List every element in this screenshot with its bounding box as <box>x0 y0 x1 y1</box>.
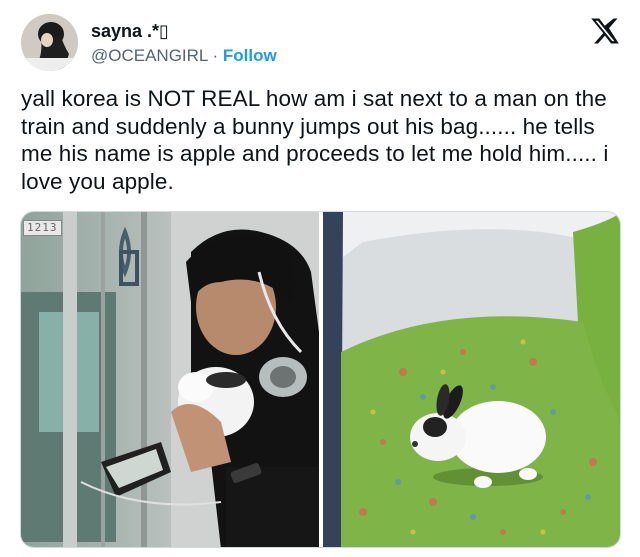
photo-man-holding-bunny[interactable]: 1213 <box>21 212 319 547</box>
carriage-number-badge: 1213 <box>23 220 62 236</box>
user-info: sayna .*▯ @OCEANGIRL · Follow <box>91 20 277 67</box>
avatar[interactable] <box>21 14 78 71</box>
user-handle[interactable]: @OCEANGIRL <box>91 46 208 65</box>
tweet-text: yall korea is NOT REAL how am i sat next… <box>21 86 609 194</box>
display-name[interactable]: sayna .*▯ <box>91 20 277 42</box>
media-grid: 1213 <box>20 211 621 548</box>
x-logo-icon[interactable] <box>590 16 620 46</box>
separator-dot: · <box>212 46 219 65</box>
tweet-header: sayna .*▯ @OCEANGIRL · Follow <box>0 0 640 80</box>
handle-line: @OCEANGIRL · Follow <box>91 45 277 67</box>
follow-button[interactable]: Follow <box>223 46 277 65</box>
photo-bunny-on-seat[interactable] <box>323 212 620 547</box>
